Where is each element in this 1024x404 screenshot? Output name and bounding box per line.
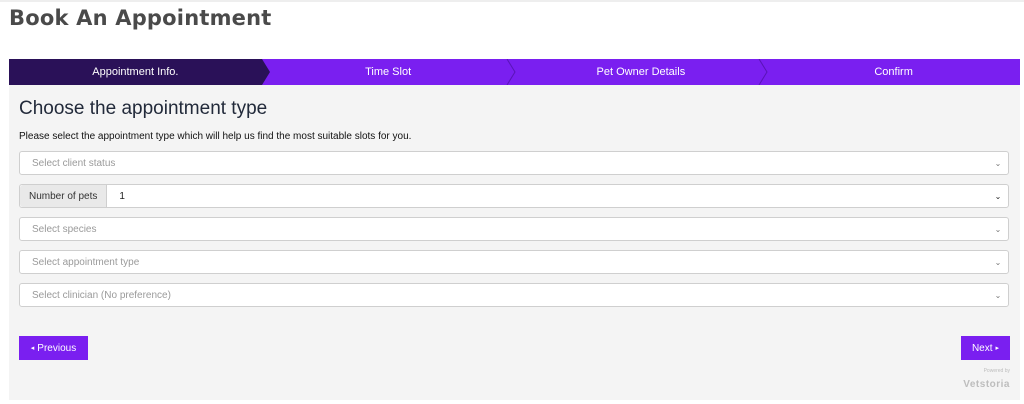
page-title: Book An Appointment (9, 6, 272, 30)
chevron-down-icon: ⌄ (994, 191, 1002, 201)
step-separator-icon (506, 59, 516, 85)
client-status-select[interactable]: Select client status ⌄ (19, 151, 1009, 175)
chevron-down-icon: ⌄ (994, 224, 1002, 234)
clinician-select[interactable]: Select clinician (No preference) ⌄ (19, 283, 1009, 307)
progress-stepper: Appointment Info. Time Slot Pet Owner De… (9, 59, 1020, 85)
step-label: Pet Owner Details (596, 66, 686, 78)
form-description: Please select the appointment type which… (19, 131, 412, 142)
step-separator-icon (758, 59, 768, 85)
chevron-down-icon: ⌄ (994, 158, 1002, 168)
clinician-placeholder: Select clinician (No preference) (32, 289, 171, 301)
chevron-down-icon: ⌄ (994, 290, 1002, 300)
step-time-slot[interactable]: Time Slot (261, 59, 516, 85)
caret-left-icon: ◂ (30, 345, 35, 352)
previous-button[interactable]: ◂ Previous (19, 336, 88, 360)
appointment-type-select[interactable]: Select appointment type ⌄ (19, 250, 1009, 274)
brand-name: Vetstoria (963, 379, 1010, 390)
step-label: Appointment Info. (92, 66, 179, 78)
appointment-form-panel: Choose the appointment type Please selec… (9, 85, 1020, 400)
step-chevron (261, 59, 270, 85)
next-label: Next (971, 342, 993, 354)
step-label: Confirm (874, 66, 913, 78)
number-of-pets-select[interactable]: Number of pets 1 ⌄ (19, 184, 1009, 208)
form-heading: Choose the appointment type (19, 98, 268, 119)
number-of-pets-value: 1 (119, 190, 125, 202)
species-select[interactable]: Select species ⌄ (19, 217, 1009, 241)
next-button[interactable]: Next ▸ (961, 336, 1010, 360)
appointment-type-placeholder: Select appointment type (32, 256, 140, 268)
step-appointment-info[interactable]: Appointment Info. (9, 59, 270, 85)
chevron-down-icon: ⌄ (994, 257, 1002, 267)
previous-label: Previous (37, 342, 77, 354)
step-pet-owner-details[interactable]: Pet Owner Details (514, 59, 768, 85)
powered-by-logo: Powered by Vetstoria (963, 369, 1010, 391)
step-confirm[interactable]: Confirm (767, 59, 1020, 85)
top-border (0, 0, 1024, 2)
step-label: Time Slot (365, 66, 412, 78)
powered-by-text: Powered by (983, 368, 1010, 374)
caret-right-icon: ▸ (995, 345, 1000, 352)
number-of-pets-label: Number of pets (20, 185, 108, 207)
species-placeholder: Select species (32, 223, 97, 235)
client-status-placeholder: Select client status (32, 157, 116, 169)
